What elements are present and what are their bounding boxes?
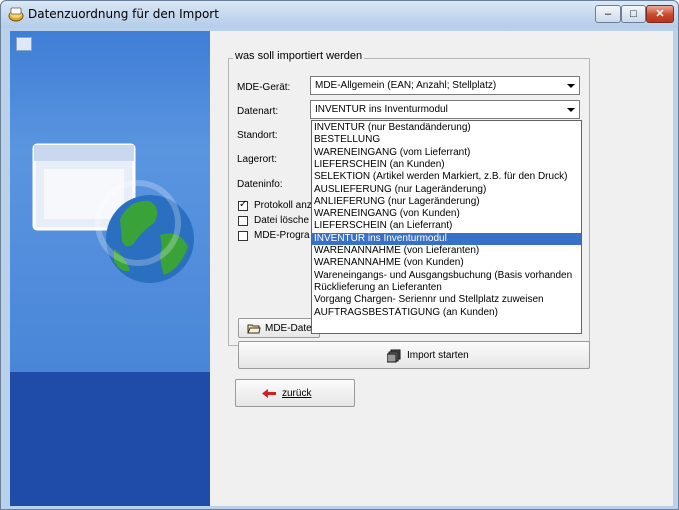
dropdown-option[interactable]: WARENANNAHME (von Kunden) [312, 257, 581, 269]
dropdown-option[interactable]: Wareneingangs- und Ausgangsbuchung (Basi… [312, 270, 581, 282]
data-type-value: INVENTUR ins Inventurmodul [315, 104, 448, 115]
dropdown-option[interactable]: AUFTRAGSBESTÄTIGUNG (an Kunden) [312, 307, 581, 319]
dropdown-option[interactable]: Rücklieferung an Lieferanten [312, 282, 581, 294]
minimize-icon: – [604, 8, 612, 20]
import-icon [387, 349, 401, 363]
side-panel [10, 31, 210, 506]
data-info-label: Dateninfo: [237, 179, 283, 190]
window-globe-icon [32, 143, 194, 283]
data-type-select[interactable]: INVENTUR ins Inventurmodul [310, 100, 580, 119]
dropdown-option[interactable]: WARENEINGANG (von Kunden) [312, 208, 581, 220]
back-button[interactable]: zurück [235, 379, 355, 407]
location-label: Standort: [237, 130, 278, 141]
title-bar[interactable]: Datenzuordnung für den Import – □ ✕ [1, 1, 678, 28]
chevron-down-icon[interactable] [563, 78, 578, 93]
close-icon: ✕ [655, 8, 665, 20]
dropdown-option[interactable]: Vorgang Chargen- Seriennr und Stellplatz… [312, 294, 581, 306]
dropdown-option[interactable]: SELEKTION (Artikel werden Markiert, z.B.… [312, 171, 581, 183]
mde-file-button-label: MDE-Date [265, 323, 312, 334]
side-panel-footer [10, 372, 210, 506]
mde-device-value: MDE-Allgemein (EAN; Anzahl; Stellplatz) [315, 80, 497, 91]
dropdown-option[interactable]: ANLIEFERUNG (nur Lageränderung) [312, 196, 581, 208]
mde-device-select[interactable]: MDE-Allgemein (EAN; Anzahl; Stellplatz) [310, 76, 580, 95]
dropdown-option[interactable]: INVENTUR ins Inventurmodul [312, 232, 581, 245]
data-type-label: Datenart: [237, 106, 279, 117]
data-type-dropdown-list[interactable]: INVENTUR (nur Bestandänderung) BESTELLUNG… [311, 120, 582, 334]
dropdown-option[interactable]: BESTELLUNG [312, 134, 581, 146]
dropdown-option[interactable]: LIEFERSCHEIN (an Kunden) [312, 159, 581, 171]
mde-program-checkbox[interactable] [238, 231, 248, 241]
back-label: zurück [282, 388, 312, 399]
close-button[interactable]: ✕ [646, 5, 674, 23]
maximize-button[interactable]: □ [621, 5, 646, 23]
minimize-button[interactable]: – [595, 5, 621, 23]
group-legend: was soll importiert werden [233, 50, 365, 62]
start-import-button[interactable]: Import starten [238, 341, 590, 369]
dropdown-option[interactable]: LIEFERSCHEIN (an Lieferrant) [312, 220, 581, 232]
start-import-label: Import starten [407, 350, 469, 361]
import-mapping-window: Datenzuordnung für den Import – □ ✕ was … [0, 0, 679, 510]
delete-file-checkbox[interactable] [238, 216, 248, 226]
show-log-label: Protokoll anz [254, 200, 312, 211]
keyboard-icon [16, 37, 32, 51]
maximize-icon: □ [630, 8, 637, 20]
app-icon [8, 7, 24, 22]
mde-device-label: MDE-Gerät: [237, 82, 291, 93]
dropdown-option[interactable]: INVENTUR (nur Bestandänderung) [312, 122, 581, 134]
mde-file-button[interactable]: MDE-Date [238, 318, 320, 338]
storage-label: Lagerort: [237, 154, 278, 165]
dropdown-option[interactable]: WARENEINGANG (vom Lieferrant) [312, 147, 581, 159]
window-title: Datenzuordnung für den Import [28, 7, 219, 21]
checkmark-icon: ✓ [239, 199, 248, 210]
folder-icon [247, 324, 261, 334]
dropdown-option[interactable]: WARENANNAHME (von Lieferanten) [312, 245, 581, 257]
arrow-left-icon [262, 389, 276, 398]
delete-file-label: Datei lösche [254, 215, 310, 226]
show-log-checkbox[interactable]: ✓ [238, 199, 248, 211]
dropdown-option[interactable]: AUSLIEFERUNG (nur Lageränderung) [312, 184, 581, 196]
mde-program-label: MDE-Progra [254, 230, 310, 241]
chevron-down-icon[interactable] [563, 102, 578, 117]
